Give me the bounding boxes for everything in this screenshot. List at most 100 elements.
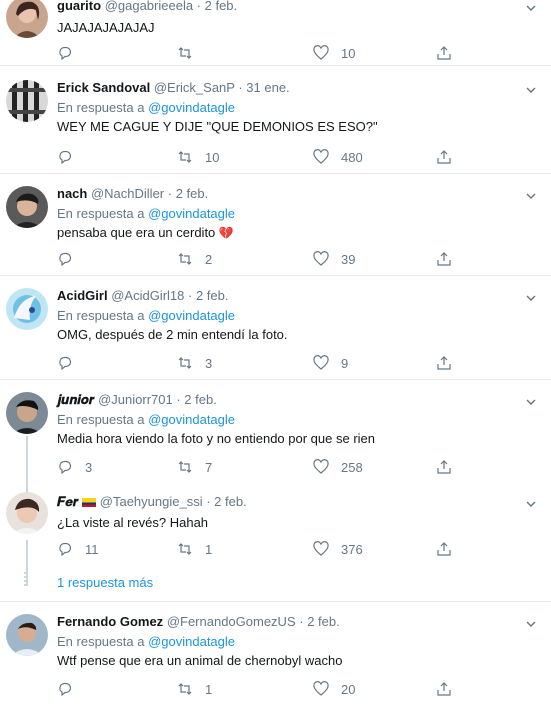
author-handle[interactable]: @gagabrieeela — [105, 0, 193, 13]
share-button[interactable] — [436, 540, 464, 558]
retweet-icon — [178, 461, 192, 473]
author-name[interactable]: guarito — [57, 0, 101, 13]
tweet-acidgirl[interactable]: AcidGirl @AcidGirl18 · 2 feb. En respues… — [0, 276, 551, 380]
retweet-icon — [178, 253, 192, 265]
share-button[interactable] — [436, 148, 464, 166]
heart-icon — [313, 459, 329, 474]
avatar[interactable] — [6, 0, 48, 38]
reply-button[interactable] — [57, 250, 85, 268]
tweet-date[interactable]: 2 feb. — [196, 288, 229, 303]
share-button[interactable] — [436, 44, 464, 62]
reply-icon — [59, 356, 72, 371]
like-count: 9 — [341, 355, 349, 371]
avatar[interactable] — [6, 392, 48, 434]
retweet-button[interactable]: 1 — [177, 680, 212, 698]
chevron-down-icon[interactable] — [525, 396, 537, 408]
reply-to-link[interactable]: @govindatagle — [148, 100, 235, 115]
retweet-button[interactable]: 10 — [177, 148, 219, 166]
chevron-down-icon[interactable] — [525, 84, 537, 96]
retweet-button[interactable]: 7 — [177, 458, 212, 476]
tweet-junior[interactable]: 𝒋𝒖𝒏𝒊𝒐𝒓 @Juniorr701 · 2 feb. En respuesta… — [0, 380, 551, 484]
chevron-down-icon[interactable] — [525, 498, 537, 510]
heart-icon — [313, 681, 329, 696]
tweet-text: Media hora viendo la foto y no entiendo … — [57, 431, 375, 446]
avatar[interactable] — [6, 492, 48, 534]
retweet-icon — [178, 151, 192, 163]
heart-icon — [313, 355, 329, 370]
author-name[interactable]: 𝑭𝒆𝒓 — [57, 494, 79, 509]
like-count: 10 — [341, 45, 356, 61]
share-button[interactable] — [436, 354, 464, 372]
chevron-down-icon[interactable] — [525, 2, 537, 14]
avatar[interactable] — [6, 614, 48, 656]
reply-button[interactable] — [57, 148, 85, 166]
share-button[interactable] — [436, 250, 464, 268]
tweet-date[interactable]: 2 feb. — [214, 494, 247, 509]
reply-to-link[interactable]: @govindatagle — [148, 206, 235, 221]
like-button[interactable]: 20 — [313, 680, 355, 698]
author-handle[interactable]: @Taehyungie_ssi — [100, 494, 203, 509]
reply-button[interactable]: 3 — [57, 458, 92, 476]
retweet-button[interactable]: 1 — [177, 540, 212, 558]
reply-button[interactable] — [57, 354, 85, 372]
reply-to-link[interactable]: @govindatagle — [148, 634, 235, 649]
author-handle[interactable]: @NachDiller — [91, 186, 164, 201]
avatar[interactable] — [6, 80, 48, 122]
share-button[interactable] — [436, 458, 464, 476]
reply-to-link[interactable]: @govindatagle — [148, 412, 235, 427]
reply-icon — [59, 46, 72, 61]
author-handle[interactable]: @Erick_SanP — [154, 80, 235, 95]
tweet-date[interactable]: 2 feb. — [205, 0, 238, 13]
like-button[interactable]: 480 — [313, 148, 363, 166]
like-button[interactable]: 258 — [313, 458, 363, 476]
like-button[interactable]: 39 — [313, 250, 355, 268]
more-replies-link[interactable]: 1 respuesta más — [57, 575, 153, 590]
tweet-date[interactable]: 31 ene. — [246, 80, 289, 95]
author-handle[interactable]: @AcidGirl18 — [111, 288, 184, 303]
share-icon — [437, 252, 451, 266]
share-button[interactable] — [436, 680, 464, 698]
retweet-button[interactable]: 3 — [177, 354, 212, 372]
retweet-count: 2 — [205, 251, 213, 267]
avatar[interactable] — [6, 186, 48, 228]
author-handle[interactable]: @FernandoGomezUS — [167, 614, 296, 629]
reply-icon — [59, 150, 72, 165]
reply-button[interactable]: 11 — [57, 540, 99, 558]
retweet-icon — [178, 47, 192, 59]
author-handle[interactable]: @Juniorr701 — [98, 392, 173, 407]
chevron-down-icon[interactable] — [525, 292, 537, 304]
tweet-guarito[interactable]: guarito @gagabrieeela · 2 feb. JAJAJAJAJ… — [0, 0, 551, 66]
like-button[interactable]: 9 — [313, 354, 348, 372]
flag-icon — [82, 498, 97, 508]
reply-button[interactable] — [57, 680, 85, 698]
share-icon — [437, 460, 451, 474]
reply-button[interactable] — [57, 44, 85, 62]
like-button[interactable]: 10 — [313, 44, 355, 62]
separator: · — [295, 614, 308, 629]
like-count: 20 — [341, 681, 356, 697]
author-name[interactable]: Fernando Gomez — [57, 614, 163, 629]
retweet-button[interactable] — [177, 44, 205, 62]
tweet-erick-sandoval[interactable]: Erick Sandoval @Erick_SanP · 31 ene. En … — [0, 66, 551, 174]
author-name[interactable]: Erick Sandoval — [57, 80, 150, 95]
tweet-text: Wtf pense que era un animal de chernobyl… — [57, 653, 343, 668]
author-name[interactable]: nach — [57, 186, 87, 201]
like-button[interactable]: 376 — [313, 540, 363, 558]
retweet-button[interactable]: 2 — [177, 250, 212, 268]
separator: · — [202, 494, 215, 509]
avatar[interactable] — [6, 288, 48, 330]
heart-icon — [313, 541, 329, 556]
author-name[interactable]: AcidGirl — [57, 288, 108, 303]
author-name[interactable]: 𝒋𝒖𝒏𝒊𝒐𝒓 — [57, 392, 94, 407]
tweet-date[interactable]: 2 feb. — [176, 186, 209, 201]
chevron-down-icon[interactable] — [525, 618, 537, 630]
heart-icon — [313, 251, 329, 266]
tweet-text: OMG, después de 2 min entendí la foto. — [57, 327, 288, 342]
retweet-icon — [178, 683, 192, 695]
chevron-down-icon[interactable] — [525, 190, 537, 202]
reply-to-link[interactable]: @govindatagle — [148, 308, 235, 323]
tweet-date[interactable]: 2 feb. — [307, 614, 340, 629]
tweet-fernando-gomez[interactable]: Fernando Gomez @FernandoGomezUS · 2 feb.… — [0, 602, 551, 709]
tweet-date[interactable]: 2 feb. — [184, 392, 217, 407]
tweet-nach[interactable]: nach @NachDiller · 2 feb. En respuesta a… — [0, 174, 551, 276]
